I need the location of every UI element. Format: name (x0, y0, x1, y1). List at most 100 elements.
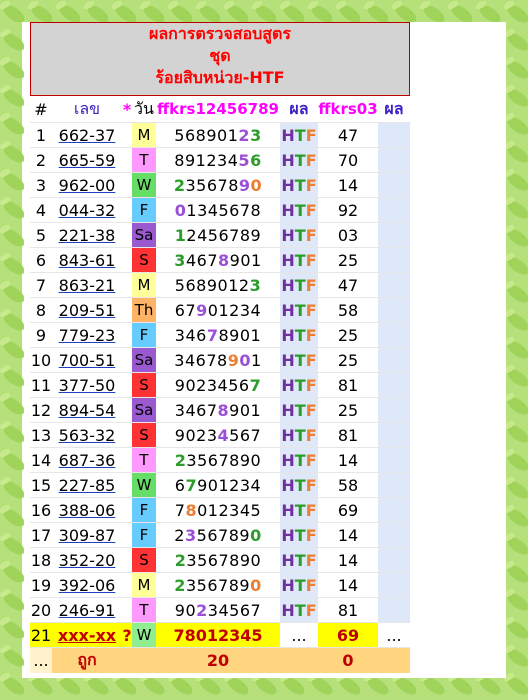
row-formula2: 14 (318, 572, 378, 598)
htf-letter: F (305, 125, 317, 145)
row-star (122, 597, 132, 623)
row-result2 (378, 372, 410, 398)
row-index: 16 (30, 497, 52, 523)
row-number[interactable]: 246-91 (52, 597, 122, 623)
digit: 6 (238, 375, 250, 395)
prediction-number[interactable]: xxx-xx (52, 622, 122, 648)
header-title: ผลการตรวจสอบสูตร (148, 24, 292, 43)
row-number[interactable]: 894-54 (52, 397, 122, 423)
row-number[interactable]: 962-00 (52, 172, 122, 198)
row-result2 (378, 222, 410, 248)
digit: 2 (173, 175, 186, 195)
row-formula2: 92 (318, 197, 378, 223)
table-row: 19 392-06 M 23567890 HTF 14 (30, 572, 410, 598)
digit: 4 (217, 425, 230, 445)
table-row: 1 662-37 M 56890123 HTF 47 (30, 122, 410, 148)
digit: 4 (185, 400, 197, 420)
digit: 0 (240, 250, 252, 270)
digit: 1 (174, 225, 187, 245)
digit: 4 (227, 150, 239, 170)
digit: 3 (186, 450, 198, 470)
digit: 1 (218, 475, 230, 495)
digit: 0 (185, 600, 197, 620)
digit: 2 (174, 550, 187, 570)
table-row: 18 352-20 S 23567890 HTF 14 (30, 547, 410, 573)
row-star (122, 297, 132, 323)
row-number[interactable]: 044-32 (52, 197, 122, 223)
row-number[interactable]: 309-87 (52, 522, 122, 548)
row-number[interactable]: 221-38 (52, 222, 122, 248)
row-number[interactable]: 227-85 (52, 472, 122, 498)
digit: 9 (196, 300, 208, 320)
row-result2 (378, 547, 410, 573)
row-number[interactable]: 563-32 (52, 422, 122, 448)
row-number[interactable]: 392-06 (52, 572, 122, 598)
digit: 9 (206, 275, 218, 295)
digit: 9 (174, 425, 186, 445)
col-header-result1: ผล (280, 96, 318, 123)
digit: 6 (174, 300, 186, 320)
row-number[interactable]: 377-50 (52, 372, 122, 398)
htf-letter: H (281, 400, 295, 420)
row-number[interactable]: 843-61 (52, 247, 122, 273)
htf-letter: H (281, 175, 295, 195)
htf-letter: H (281, 525, 295, 545)
row-formula2: 14 (318, 547, 378, 573)
htf-letter: T (294, 425, 306, 445)
digit: 9 (229, 325, 240, 345)
digit: 6 (207, 550, 219, 570)
row-digits: 89123456 (156, 147, 280, 173)
row-formula2: 81 (318, 597, 378, 623)
row-star (122, 522, 132, 548)
digit: 9 (229, 400, 240, 420)
digit: 4 (217, 375, 229, 395)
digit: 7 (250, 425, 262, 445)
digit: 1 (227, 125, 239, 145)
row-number[interactable]: 352-20 (52, 547, 122, 573)
row-number[interactable]: 662-37 (52, 122, 122, 148)
row-star (122, 197, 132, 223)
digit: 6 (206, 175, 218, 195)
row-day: S (132, 547, 156, 573)
row-index: 8 (30, 297, 52, 323)
digit: 7 (217, 175, 229, 195)
htf-letter: T (294, 175, 306, 195)
row-star (122, 122, 132, 148)
row-number[interactable]: 687-36 (52, 447, 122, 473)
table-header-row: # เลข * วัน ffkrs12456789 ผล ffkrs03 ผล (30, 96, 410, 123)
col-header-formula1: ffkrs12456789 (156, 96, 280, 123)
row-star (122, 472, 132, 498)
digit: 3 (174, 250, 186, 270)
htf-letter: H (281, 550, 295, 570)
htf-letter: T (294, 475, 306, 495)
row-result2 (378, 172, 410, 198)
digit: 3 (250, 125, 262, 145)
results-table: # เลข * วัน ffkrs12456789 ผล ffkrs03 ผล … (30, 96, 410, 673)
digit: 2 (238, 275, 250, 295)
digit: 1 (250, 400, 262, 420)
col-header-number: เลข (52, 96, 122, 123)
htf-letter: H (281, 300, 295, 320)
digit: 7 (249, 375, 262, 395)
row-htf-result: HTF (280, 322, 318, 348)
row-index: 13 (30, 422, 52, 448)
htf-letter: F (305, 475, 317, 495)
row-number[interactable]: 863-21 (52, 272, 122, 298)
digit: 3 (185, 575, 197, 595)
row-digits: 01345678 (156, 197, 280, 223)
htf-letter: T (294, 575, 306, 595)
row-number[interactable]: 779-23 (52, 322, 122, 348)
digit: 6 (196, 250, 208, 270)
digit: 2 (206, 150, 218, 170)
digit: 5 (196, 575, 208, 595)
digit: 7 (174, 500, 186, 520)
row-number[interactable]: 700-51 (52, 347, 122, 373)
row-day: T (132, 447, 156, 473)
digit: 9 (197, 475, 208, 495)
row-number[interactable]: 388-06 (52, 497, 122, 523)
row-index: 20 (30, 597, 52, 623)
row-number[interactable]: 209-51 (52, 297, 122, 323)
row-number[interactable]: 665-59 (52, 147, 122, 173)
digit: 2 (174, 525, 185, 545)
row-star (122, 572, 132, 598)
